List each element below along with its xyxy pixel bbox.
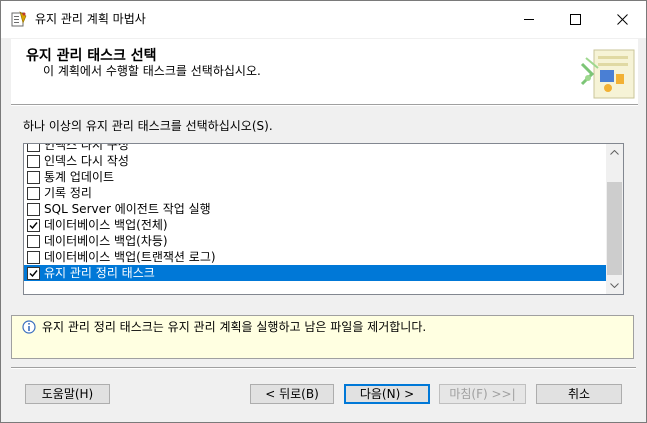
finish-button[interactable]: 마침(F) >>| [439,384,526,404]
task-instruction-label: 하나 이상의 유지 관리 태스크를 선택하십시오(S). [23,119,273,133]
footer-divider [11,367,636,369]
task-list-item[interactable]: SQL Server 에이전트 작업 실행 [24,201,606,217]
checkmark-icon [29,222,38,230]
task-label: 인덱스 다시 작성 [44,154,129,168]
task-label: 인덱스 다시 구성 [44,143,129,152]
task-label: 기록 정리 [44,186,92,200]
task-list-item[interactable]: 인덱스 다시 작성 [24,153,606,169]
minimize-button[interactable] [506,1,552,38]
task-list-items: 인덱스 다시 구성인덱스 다시 작성통계 업데이트기록 정리 SQL Server… [24,143,606,281]
task-checkbox[interactable] [27,171,40,184]
close-icon [617,14,628,25]
task-list-scrollbar[interactable] [606,144,623,294]
task-checkbox[interactable] [27,219,40,232]
task-checklist[interactable]: 인덱스 다시 구성인덱스 다시 작성통계 업데이트기록 정리 SQL Server… [23,143,624,295]
task-list-item[interactable]: 유지 관리 정리 태스크 [24,265,606,281]
maximize-button[interactable] [552,1,598,38]
task-checkbox[interactable] [27,155,40,168]
task-label: 데이터베이스 백업(차등) [44,234,168,248]
task-description-box: 유지 관리 정리 태스크는 유지 관리 계획을 실행하고 남은 파일을 제거합니… [11,315,634,359]
task-checkbox[interactable] [27,267,40,280]
help-button[interactable]: 도움말(H) [25,384,110,404]
page-title: 유지 관리 태스크 선택 [26,48,157,64]
info-icon [22,320,36,334]
header-divider [11,104,638,106]
task-checkbox[interactable] [27,187,40,200]
task-description-text: 유지 관리 정리 태스크는 유지 관리 계획을 실행하고 남은 파일을 제거합니… [42,320,427,334]
close-button[interactable] [599,1,645,38]
task-label: 데이터베이스 백업(트랜잭션 로그) [44,250,216,264]
wizard-app-icon [11,11,27,27]
chevron-down-icon [610,283,619,288]
cancel-button[interactable]: 취소 [536,384,622,404]
task-checkbox[interactable] [27,144,40,152]
wizard-banner-graphic [578,44,636,102]
back-button[interactable]: < 뒤로(B) [250,384,334,404]
task-checkbox[interactable] [27,251,40,264]
task-list-item[interactable]: 인덱스 다시 구성 [24,143,606,153]
scroll-down-button[interactable] [606,277,623,294]
task-label: 데이터베이스 백업(전체) [44,218,168,232]
task-label: SQL Server 에이전트 작업 실행 [44,202,211,216]
window-title: 유지 관리 계획 마법사 [35,12,146,26]
task-label: 유지 관리 정리 태스크 [44,266,155,280]
title-bar[interactable]: 유지 관리 계획 마법사 [1,1,646,38]
maximize-icon [570,14,581,25]
wizard-header: 유지 관리 태스크 선택 이 계획에서 수행할 태스크를 선택하십시오. [11,39,638,105]
task-list-item[interactable]: 데이터베이스 백업(전체) [24,217,606,233]
checkmark-icon [29,270,38,278]
task-checkbox[interactable] [27,235,40,248]
task-list-item[interactable]: 데이터베이스 백업(차등) [24,233,606,249]
task-list-item[interactable]: 데이터베이스 백업(트랜잭션 로그) [24,249,606,265]
task-list-item[interactable]: 기록 정리 [24,185,606,201]
scroll-thumb[interactable] [607,182,622,275]
scroll-up-button[interactable] [606,144,623,161]
wizard-window: 유지 관리 계획 마법사 유지 관리 태스크 선택 이 계획에서 수행할 태스크… [0,0,647,423]
minimize-icon [524,19,534,20]
task-list-item[interactable]: 통계 업데이트 [24,169,606,185]
task-label: 통계 업데이트 [44,170,115,184]
next-button[interactable]: 다음(N) > [344,384,430,404]
page-subtitle: 이 계획에서 수행할 태스크를 선택하십시오. [43,64,261,78]
chevron-up-icon [610,150,619,155]
task-checkbox[interactable] [27,203,40,216]
